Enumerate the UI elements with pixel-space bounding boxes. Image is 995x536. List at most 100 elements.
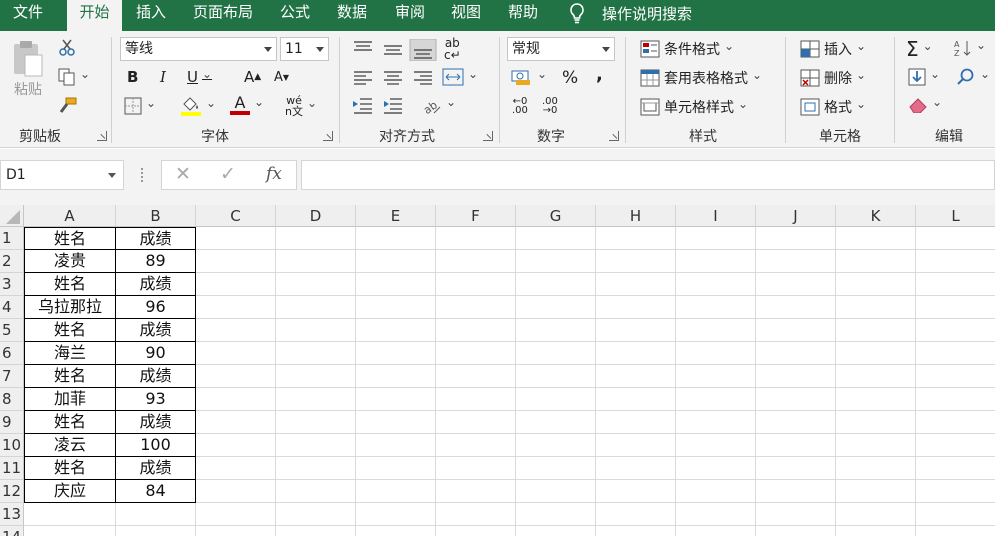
row-header-9[interactable]: 9: [0, 411, 24, 434]
tab-insert[interactable]: 插入: [124, 0, 178, 31]
column-header-g[interactable]: G: [516, 205, 596, 227]
column-header-c[interactable]: C: [196, 205, 276, 227]
tab-page-layout[interactable]: 页面布局: [184, 0, 262, 31]
column-header-j[interactable]: J: [756, 205, 836, 227]
alignment-launcher[interactable]: [483, 131, 493, 141]
cell-a8[interactable]: 加菲: [24, 388, 116, 411]
autosum-button[interactable]: Σ: [906, 37, 933, 61]
row-header-14[interactable]: 14: [0, 526, 24, 536]
name-box[interactable]: D1: [0, 160, 124, 190]
cell-a2[interactable]: 凌贵: [24, 250, 116, 273]
font-name-combo[interactable]: 等线: [120, 37, 277, 61]
row-header-5[interactable]: 5: [0, 319, 24, 342]
underline-button[interactable]: U: [187, 68, 212, 86]
column-header-k[interactable]: K: [836, 205, 916, 227]
cell-a4[interactable]: 乌拉那拉: [24, 296, 116, 319]
conditional-formatting-button[interactable]: 条件格式: [640, 39, 734, 59]
fill-color-button[interactable]: [180, 95, 216, 117]
font-size-combo[interactable]: 11: [280, 37, 329, 61]
cell-b7[interactable]: 成绩: [116, 365, 196, 388]
comma-button[interactable]: ,: [596, 64, 603, 85]
sort-filter-button[interactable]: AZ: [954, 39, 986, 57]
row-header-6[interactable]: 6: [0, 342, 24, 365]
row-header-1[interactable]: 1: [0, 227, 24, 250]
enter-check-icon[interactable]: ✓: [220, 163, 236, 185]
row-header-10[interactable]: 10: [0, 434, 24, 457]
tab-home[interactable]: 开始: [67, 0, 122, 31]
cell-b11[interactable]: 成绩: [116, 457, 196, 480]
cell-a6[interactable]: 海兰: [24, 342, 116, 365]
row-header-13[interactable]: 13: [0, 503, 24, 526]
cell-b10[interactable]: 100: [116, 434, 196, 457]
formula-input[interactable]: [301, 160, 995, 190]
cell-a1[interactable]: 姓名: [24, 227, 116, 250]
cell-a7[interactable]: 姓名: [24, 365, 116, 388]
cell-b9[interactable]: 成绩: [116, 411, 196, 434]
column-header-a[interactable]: A: [24, 205, 116, 227]
tab-review[interactable]: 审阅: [384, 0, 436, 31]
cell-a10[interactable]: 凌云: [24, 434, 116, 457]
cell-a11[interactable]: 姓名: [24, 457, 116, 480]
clipboard-launcher[interactable]: [97, 131, 107, 141]
select-all-button[interactable]: [0, 205, 24, 227]
percent-button[interactable]: %: [562, 68, 578, 88]
row-header-12[interactable]: 12: [0, 480, 24, 503]
clear-button[interactable]: [908, 97, 942, 113]
grow-font-button[interactable]: A ▲: [244, 68, 261, 86]
decrease-decimal-button[interactable]: .00 →0: [542, 97, 558, 116]
cell-a9[interactable]: 姓名: [24, 411, 116, 434]
orientation-button[interactable]: ab c↵: [444, 37, 461, 61]
column-header-l[interactable]: L: [916, 205, 995, 227]
formula-bar-splitter[interactable]: [141, 168, 144, 182]
horizontal-align-icons[interactable]: [352, 70, 434, 86]
cut-icon[interactable]: [58, 39, 76, 57]
italic-button[interactable]: I: [160, 68, 166, 86]
cell-b1[interactable]: 成绩: [116, 227, 196, 250]
tab-formulas[interactable]: 公式: [270, 0, 320, 31]
cell-b8[interactable]: 93: [116, 388, 196, 411]
row-header-11[interactable]: 11: [0, 457, 24, 480]
cancel-icon[interactable]: ✕: [175, 163, 191, 185]
row-header-8[interactable]: 8: [0, 388, 24, 411]
number-format-combo[interactable]: 常规: [507, 37, 615, 61]
font-color-button[interactable]: A: [230, 95, 264, 115]
phonetic-button[interactable]: wén文: [285, 95, 317, 117]
borders-button[interactable]: [124, 97, 156, 115]
fill-button[interactable]: [908, 68, 940, 86]
find-select-button[interactable]: [956, 68, 990, 86]
row-header-2[interactable]: 2: [0, 250, 24, 273]
increase-decimal-button[interactable]: ←0.00: [512, 97, 528, 116]
insert-cells-button[interactable]: 插入: [800, 39, 866, 59]
cell-b3[interactable]: 成绩: [116, 273, 196, 296]
cell-a3[interactable]: 姓名: [24, 273, 116, 296]
row-header-3[interactable]: 3: [0, 273, 24, 296]
row-header-7[interactable]: 7: [0, 365, 24, 388]
cell-b5[interactable]: 成绩: [116, 319, 196, 342]
tab-data[interactable]: 数据: [326, 0, 378, 31]
format-as-table-button[interactable]: 套用表格格式: [640, 68, 762, 88]
copy-button[interactable]: [58, 68, 90, 86]
paste-button[interactable]: 粘贴: [8, 39, 48, 99]
column-header-d[interactable]: D: [276, 205, 356, 227]
row-header-4[interactable]: 4: [0, 296, 24, 319]
accounting-format-button[interactable]: [511, 68, 547, 86]
indent-icons[interactable]: [352, 97, 408, 115]
format-cells-button[interactable]: 格式: [800, 97, 866, 117]
cell-b6[interactable]: 90: [116, 342, 196, 365]
column-header-f[interactable]: F: [436, 205, 516, 227]
format-painter-icon[interactable]: [58, 97, 78, 115]
orientation-angle-button[interactable]: ab: [420, 95, 456, 115]
font-launcher[interactable]: [323, 131, 333, 141]
merge-center-button[interactable]: [442, 68, 478, 86]
column-header-i[interactable]: I: [676, 205, 756, 227]
cell-b2[interactable]: 89: [116, 250, 196, 273]
tab-file[interactable]: 文件: [0, 0, 56, 31]
column-header-e[interactable]: E: [356, 205, 436, 227]
cell-a5[interactable]: 姓名: [24, 319, 116, 342]
cell-a12[interactable]: 庆应: [24, 480, 116, 503]
shrink-font-button[interactable]: A ▼: [274, 70, 289, 85]
tell-me-search[interactable]: 操作说明搜索: [566, 0, 692, 26]
number-launcher[interactable]: [609, 131, 619, 141]
tab-view[interactable]: 视图: [440, 0, 492, 31]
column-header-b[interactable]: B: [116, 205, 196, 227]
